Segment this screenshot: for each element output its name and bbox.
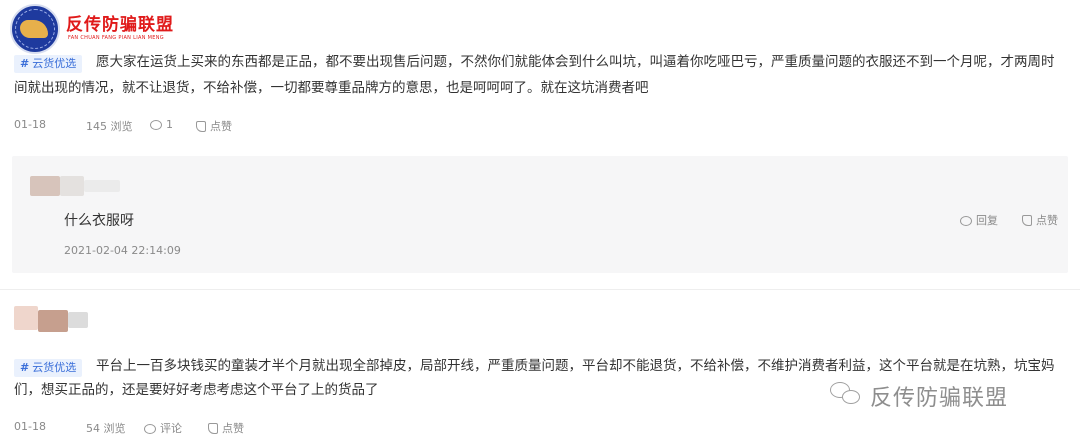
watermark-text: 反传防骗联盟	[870, 386, 1009, 411]
reply-button[interactable]: 回复	[960, 212, 998, 228]
comment-icon	[144, 424, 156, 434]
reply-timestamp: 2021-02-04 22:14:09	[64, 244, 181, 257]
comment-label: 评论	[160, 422, 182, 435]
reply-box: 什么衣服呀 2021-02-04 22:14:09 回复 点赞	[12, 156, 1068, 273]
post-tag-label: 云货优选	[32, 57, 77, 70]
post-views: 54 浏览	[86, 422, 126, 435]
thumbs-up-icon	[196, 121, 206, 132]
username-blurred[interactable]	[60, 176, 84, 196]
post-meta: 01-18 54 浏览 评论 点赞	[14, 420, 314, 436]
post-body-line2: 间就出现的情况，就不让退货，不给补偿，一切都要尊重品牌方的意思，也是呵呵呵了。就…	[14, 80, 649, 96]
post-tag[interactable]: # 云货优选	[14, 52, 83, 73]
logo-subtitle: FAN CHUAN FANG PIAN LIAN MENG	[68, 35, 164, 41]
like-label: 点赞	[210, 120, 232, 133]
like-button[interactable]: 点赞	[208, 420, 244, 436]
reply-icon	[960, 216, 972, 226]
post-tag-label: 云货优选	[32, 361, 77, 374]
avatar[interactable]	[14, 306, 38, 330]
reply-like-label: 点赞	[1036, 214, 1058, 227]
thumbs-up-icon	[1022, 215, 1032, 226]
comment-icon	[150, 120, 162, 130]
logo-badge-icon	[10, 4, 60, 54]
post-date: 01-18	[14, 420, 46, 433]
post-meta: 01-18 145 浏览 1 点赞	[14, 118, 314, 134]
comment-button[interactable]: 评论	[144, 420, 182, 436]
post-date: 01-18	[14, 118, 46, 131]
post-body-line1: 平台上一百多块钱买的童装才半个月就出现全部掉皮，局部开线，严重质量问题，平台却不…	[96, 358, 1055, 374]
username-blurred[interactable]	[38, 310, 68, 332]
logo-title: 反传防骗联盟	[66, 15, 174, 35]
post-body-line1: 愿大家在运货上买来的东西都是正品，都不要出现售后问题，不然你们就能体会到什么叫坑…	[96, 54, 1055, 70]
username-blurred-tail	[68, 312, 88, 328]
comment-button[interactable]: 1	[150, 118, 173, 131]
like-label: 点赞	[222, 422, 244, 435]
reply-text: 什么衣服呀	[64, 213, 134, 229]
reply-label: 回复	[976, 214, 998, 227]
reply-like-button[interactable]: 点赞	[1022, 212, 1058, 228]
brand-logo: 反传防骗联盟 FAN CHUAN FANG PIAN LIAN MENG	[10, 4, 180, 54]
username-blurred-tail	[84, 180, 120, 192]
post-views: 145 浏览	[86, 120, 133, 133]
divider	[0, 289, 1080, 290]
post-tag[interactable]: # 云货优选	[14, 356, 83, 377]
hashtag-icon: #	[20, 57, 30, 70]
wechat-icon	[830, 382, 862, 408]
avatar[interactable]	[30, 176, 60, 196]
like-button[interactable]: 点赞	[196, 118, 232, 134]
thumbs-up-icon	[208, 423, 218, 434]
post-body-line2: 们，想买正品的，还是要好好考虑考虑这个平台了上的货品了	[14, 382, 379, 398]
hashtag-icon: #	[20, 361, 30, 374]
comment-count: 1	[166, 118, 173, 131]
